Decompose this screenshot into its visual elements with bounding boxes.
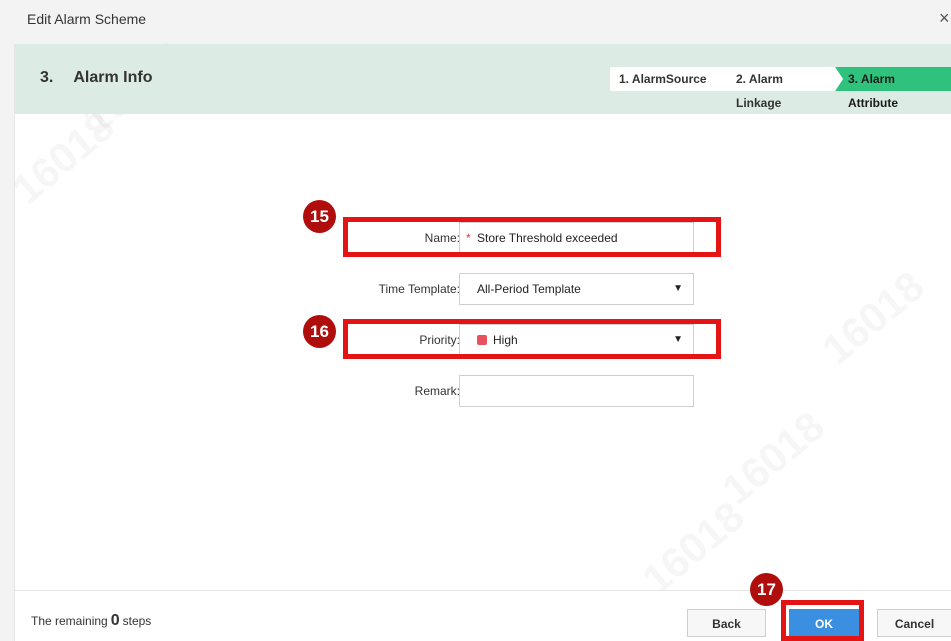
step-alarm-linkage[interactable]: 2. Alarm Linkage (723, 67, 843, 110)
step-alarm-source[interactable]: 1. AlarmSource (610, 67, 731, 91)
step-breadcrumb: 1. AlarmSource 2. Alarm Linkage 3. Alarm… (610, 67, 951, 110)
dialog-titlebar: Edit Alarm Scheme × (0, 0, 951, 44)
remark-label: Remark: (414, 384, 460, 398)
time-template-label: Time Template: (378, 282, 460, 296)
back-button[interactable]: Back (687, 609, 766, 637)
step-alarm-attribute[interactable]: 3. Alarm Attribute (835, 67, 951, 110)
dialog-title: Edit Alarm Scheme (27, 11, 147, 27)
remark-input[interactable] (459, 375, 694, 407)
time-template-row: Time Template: All-Period Template ▼ (15, 273, 951, 305)
step-badge-15: 15 (303, 200, 336, 233)
step-badge-16: 16 (303, 315, 336, 348)
remaining-steps: The remaining 0 steps (31, 612, 151, 630)
cancel-button[interactable]: Cancel (877, 609, 951, 637)
close-icon[interactable]: × (939, 8, 950, 29)
remaining-suffix: steps (122, 614, 152, 628)
page-title: 3. Alarm Info (40, 69, 152, 87)
step-number: 3. (40, 69, 54, 86)
step-badge-17: 17 (750, 573, 783, 606)
watermark: 16018 (633, 492, 753, 604)
priority-highlight-box (343, 319, 721, 359)
step-title-label: Alarm Info (73, 69, 153, 86)
ok-highlight-box (781, 600, 864, 641)
remaining-prefix: The remaining (31, 614, 108, 628)
step-header: 3. Alarm Info 1. AlarmSource 2. Alarm Lin… (15, 44, 951, 114)
chevron-down-icon: ▼ (673, 283, 683, 294)
time-template-value: All-Period Template (477, 282, 581, 296)
time-template-select[interactable]: All-Period Template ▼ (459, 273, 694, 305)
remaining-count: 0 (110, 612, 120, 629)
watermark: 16018 (713, 402, 833, 514)
watermark: 16018 (3, 102, 123, 214)
name-highlight-box (343, 217, 721, 257)
remark-row: Remark: (15, 375, 951, 407)
